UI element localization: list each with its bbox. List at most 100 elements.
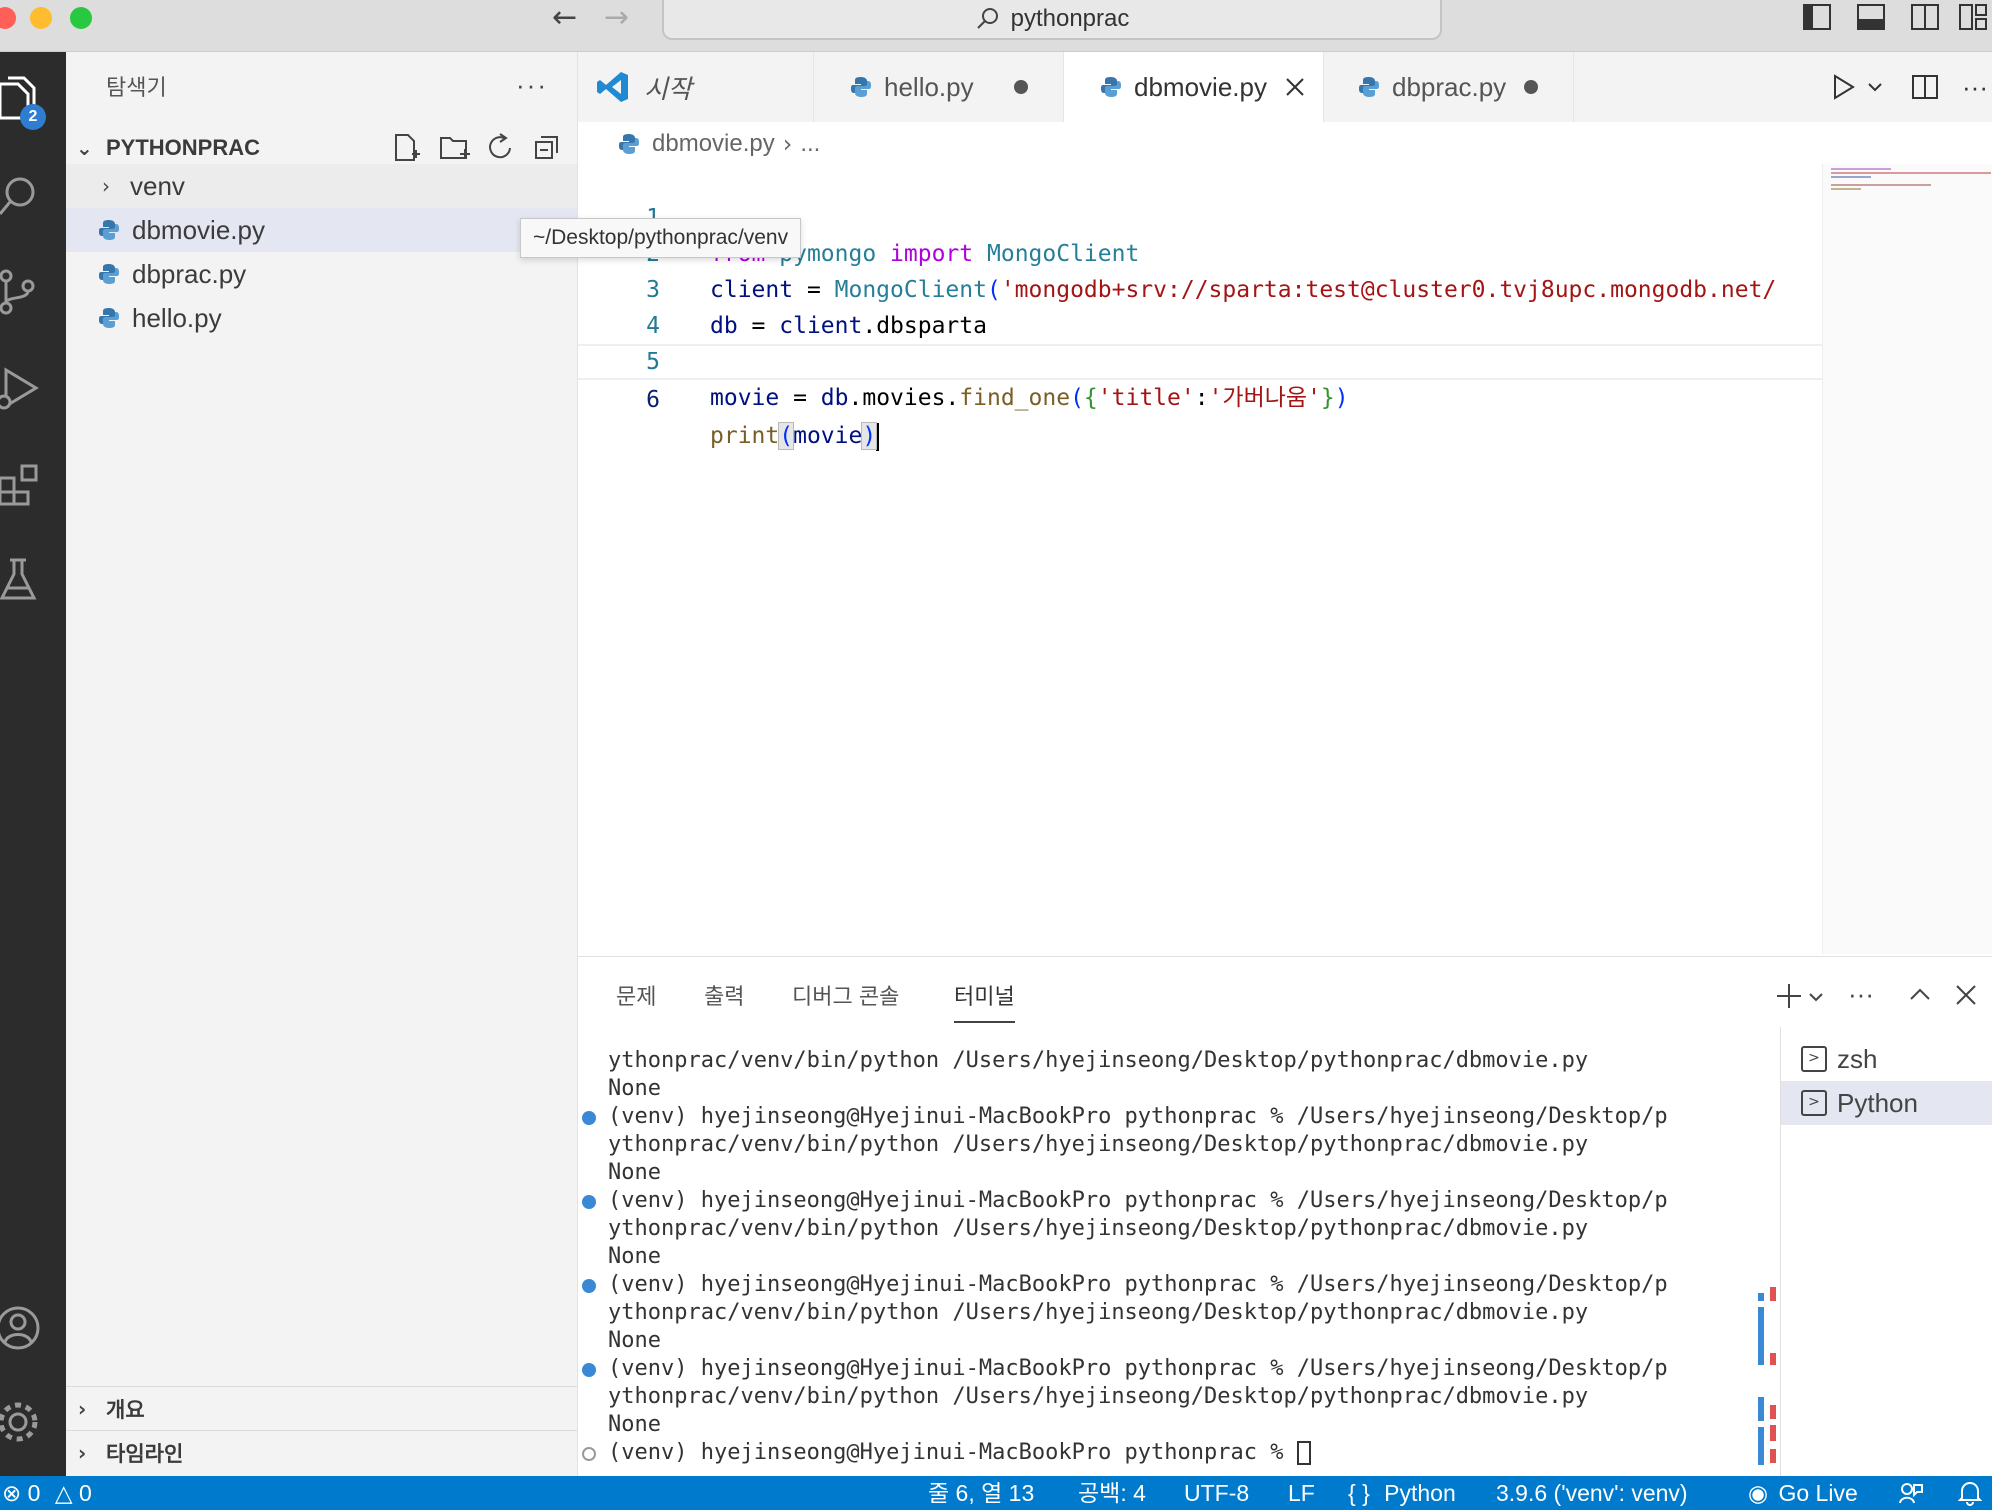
back-arrow-icon[interactable]: ← <box>552 0 577 36</box>
forward-arrow-icon[interactable]: → <box>604 0 629 36</box>
breadcrumb-symbols[interactable]: ... <box>800 130 820 158</box>
maximize-window-button[interactable] <box>70 7 92 29</box>
new-terminal-icon[interactable] <box>1774 981 1804 1011</box>
minimap[interactable] <box>1822 164 1992 954</box>
chevron-right-icon: › <box>78 1396 87 1421</box>
code-editor[interactable]: 1 from pymongo import MongoClient 2 clie… <box>578 164 1822 954</box>
code-text: movie = db.movies.find_one({'title':'가버나… <box>710 385 1349 411</box>
run-python-file-icon[interactable] <box>1828 72 1858 102</box>
code-text: print(movie) <box>710 418 880 454</box>
command-decoration-icon[interactable] <box>582 1195 596 1209</box>
tab-label: hello.py <box>884 71 974 102</box>
terminal-line: (venv) hyejinseong@Hyejinui-MacBookPro p… <box>582 1355 1908 1383</box>
editor-actions: ··· <box>1828 52 1988 122</box>
tree-item-dbprac[interactable]: dbprac.py <box>66 252 577 296</box>
activity-bar: 2 <box>0 52 66 1476</box>
breadcrumb-file[interactable]: dbmovie.py <box>652 130 775 158</box>
tab-debug-console[interactable]: 디버그 콘솔 <box>792 979 899 1019</box>
unsaved-dot-icon[interactable] <box>1524 80 1538 94</box>
command-center-search[interactable]: pythonprac <box>662 0 1442 40</box>
minimap-line <box>1831 184 1931 186</box>
encoding[interactable]: UTF-8 <box>1184 1476 1249 1510</box>
more-actions-icon[interactable]: ··· <box>1962 72 1988 103</box>
go-live-button[interactable]: ◉ Go Live <box>1748 1476 1858 1510</box>
run-debug-activity[interactable] <box>0 352 66 424</box>
chevron-down-icon[interactable] <box>1864 76 1886 98</box>
language-mode[interactable]: { } Python <box>1348 1476 1456 1510</box>
bell-icon[interactable] <box>1958 1480 1982 1506</box>
minimap-line <box>1831 172 1991 174</box>
tab-dbprac-py[interactable]: dbprac.py <box>1324 52 1574 122</box>
tab-dbmovie-py[interactable]: dbmovie.py <box>1064 52 1324 122</box>
outline-section-header[interactable]: › 개요 <box>66 1386 577 1430</box>
tab-problems[interactable]: 문제 <box>616 979 656 1019</box>
scrollbar-marker <box>1770 1287 1776 1301</box>
maximize-panel-icon[interactable] <box>1906 981 1934 1009</box>
error-icon: ⊗ <box>2 1480 22 1506</box>
end-of-line[interactable]: LF <box>1288 1476 1315 1510</box>
python-interpreter[interactable]: 3.9.6 ('venv': venv) <box>1496 1476 1688 1510</box>
command-decoration-icon[interactable] <box>582 1447 596 1461</box>
terminal-line-text: (venv) hyejinseong@Hyejinui-MacBookPro p… <box>608 1272 1668 1297</box>
source-control-activity[interactable] <box>0 256 66 328</box>
close-window-button[interactable] <box>0 7 16 29</box>
terminal-line: None <box>608 1243 1908 1271</box>
more-actions-icon[interactable]: ··· <box>516 70 548 101</box>
split-editor-icon[interactable] <box>1910 72 1940 102</box>
command-decoration-icon[interactable] <box>582 1363 596 1377</box>
toggle-secondary-sidebar-icon[interactable] <box>1910 2 1940 32</box>
tab-welcome[interactable]: 시작 <box>578 52 814 122</box>
tab-output[interactable]: 출력 <box>704 979 744 1019</box>
explorer-activity[interactable]: 2 <box>0 64 66 136</box>
command-decoration-icon[interactable] <box>582 1111 596 1125</box>
tree-item-dbmovie[interactable]: dbmovie.py <box>66 208 577 252</box>
breadcrumb: dbmovie.py › ... <box>618 126 820 162</box>
terminal-line-text: ythonprac/venv/bin/python /Users/hyejins… <box>608 1216 1589 1241</box>
extensions-icon <box>0 464 38 506</box>
refresh-icon[interactable] <box>486 132 516 164</box>
problems-status[interactable]: ⊗ 0 △ 0 <box>2 1476 92 1510</box>
search-activity[interactable] <box>0 160 66 232</box>
new-folder-icon[interactable] <box>438 132 472 164</box>
feedback-icon[interactable] <box>1898 1481 1924 1505</box>
command-center-label: pythonprac <box>1010 5 1130 32</box>
python-file-icon <box>99 220 119 240</box>
manage-activity[interactable] <box>0 1386 66 1458</box>
terminal-output[interactable]: ythonprac/venv/bin/python /Users/hyejins… <box>582 1047 1908 1467</box>
more-actions-icon[interactable]: ··· <box>1848 979 1874 1010</box>
timeline-section-header[interactable]: › 타임라인 <box>66 1430 577 1474</box>
terminal-line-text: ythonprac/venv/bin/python /Users/hyejins… <box>608 1132 1589 1157</box>
new-file-icon[interactable] <box>392 132 422 164</box>
go-live-label: Go Live <box>1778 1480 1858 1506</box>
tab-terminal[interactable]: 터미널 <box>954 979 1015 1023</box>
minimap-line <box>1831 176 1871 178</box>
terminal-item-zsh[interactable]: > zsh <box>1781 1037 1992 1081</box>
tree-item-hello[interactable]: hello.py <box>66 296 577 340</box>
bottom-panel: 문제 출력 디버그 콘솔 터미널 ··· ythonprac/venv/bin/… <box>578 956 1992 1477</box>
collapse-all-icon[interactable] <box>532 132 562 164</box>
terminal-name: Python <box>1837 1087 1918 1118</box>
scrollbar-marker <box>1770 1353 1776 1365</box>
extensions-activity[interactable] <box>0 448 66 520</box>
chevron-down-icon[interactable] <box>1806 987 1826 1007</box>
minimize-window-button[interactable] <box>30 7 52 29</box>
terminal-line-text: ythonprac/venv/bin/python /Users/hyejins… <box>608 1048 1589 1073</box>
tree-item-venv[interactable]: › venv <box>66 164 577 208</box>
scrollbar-marker <box>1758 1307 1764 1365</box>
tab-hello-py[interactable]: hello.py <box>814 52 1064 122</box>
testing-activity[interactable] <box>0 544 66 616</box>
command-decoration-icon[interactable] <box>582 1279 596 1293</box>
close-icon[interactable] <box>1284 76 1306 98</box>
unsaved-dot-icon[interactable] <box>1014 80 1028 94</box>
toggle-primary-sidebar-icon[interactable] <box>1802 2 1832 32</box>
accounts-activity[interactable] <box>0 1292 66 1364</box>
indentation[interactable]: 공백: 4 <box>1078 1476 1146 1510</box>
account-icon <box>0 1306 40 1350</box>
customize-layout-icon[interactable] <box>1958 2 1988 32</box>
close-icon[interactable] <box>1954 983 1978 1007</box>
minimap-line <box>1831 168 1891 170</box>
cursor-position[interactable]: 줄 6, 열 13 <box>928 1476 1034 1510</box>
python-file-icon <box>99 308 119 328</box>
toggle-panel-icon[interactable] <box>1856 2 1886 32</box>
terminal-item-python[interactable]: > Python <box>1781 1081 1992 1125</box>
